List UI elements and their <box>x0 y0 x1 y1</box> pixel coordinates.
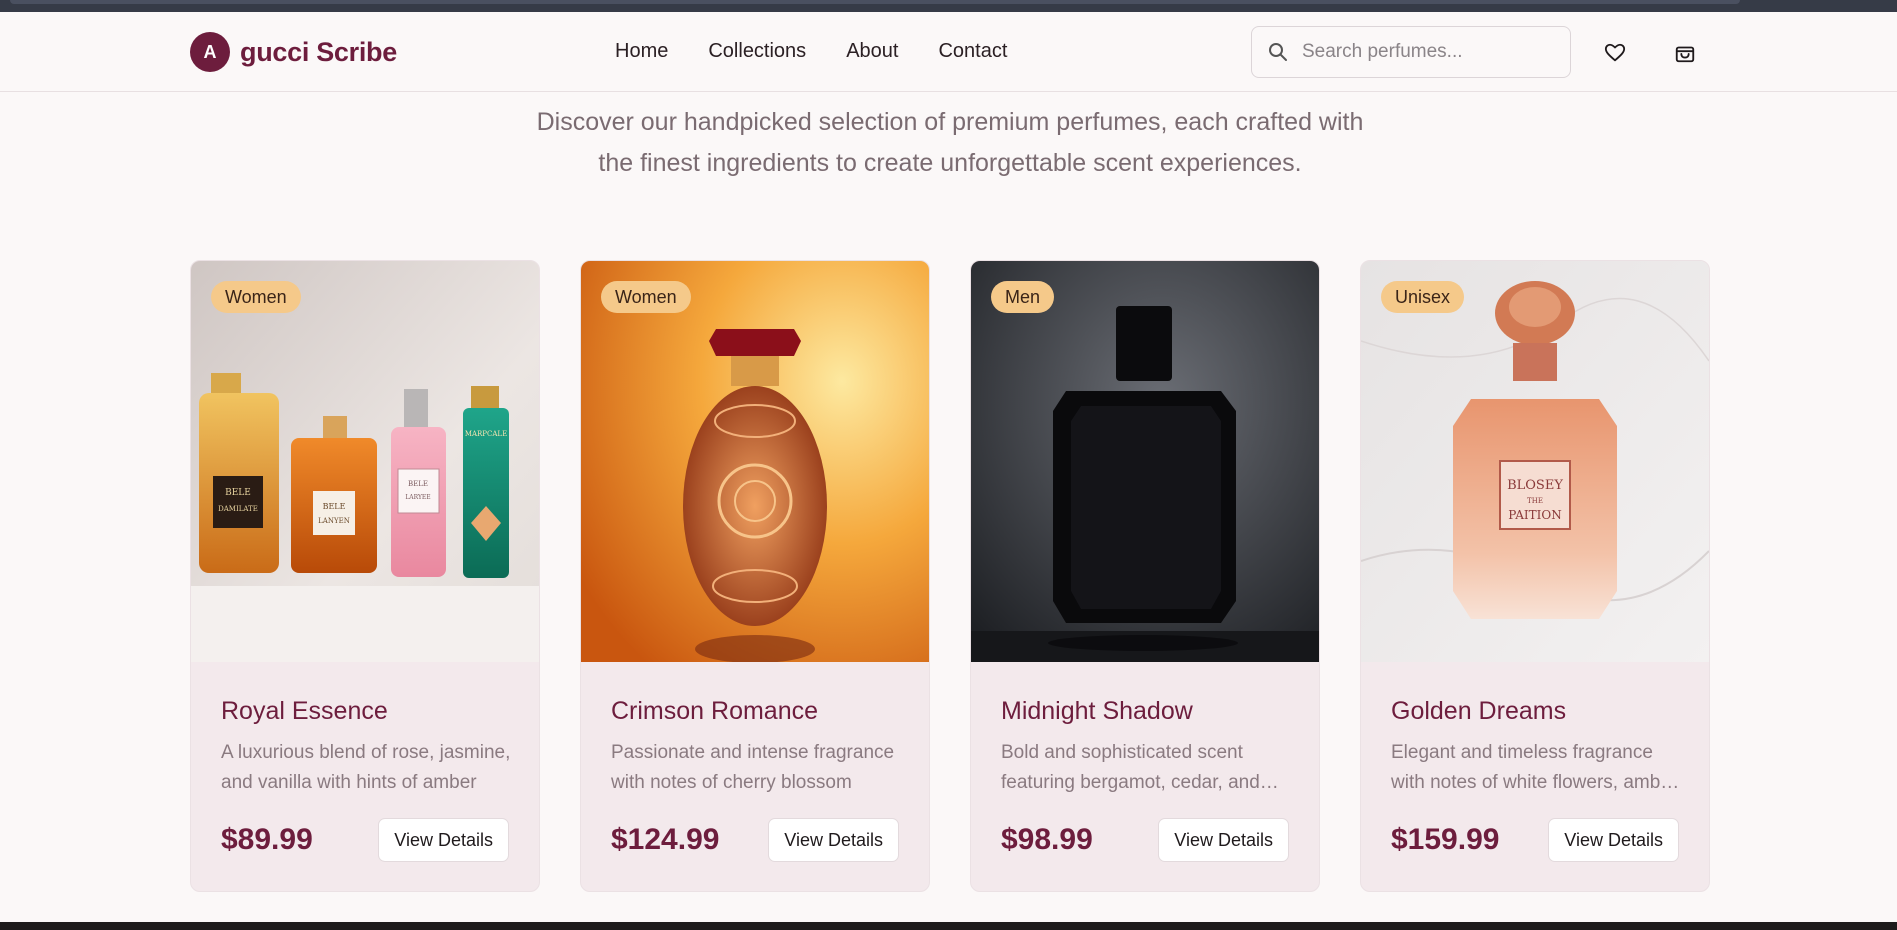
shopping-bag-icon[interactable] <box>1674 42 1696 64</box>
bottle-label-text: BELE <box>225 488 251 498</box>
product-card[interactable]: Women Crimson Romance Passionate and int… <box>580 260 930 892</box>
product-price: $89.99 <box>221 823 313 856</box>
bottle-label-text: LARYEE <box>405 494 430 501</box>
browser-tab-strip <box>10 0 1740 4</box>
nav-about[interactable]: About <box>846 40 898 63</box>
product-name[interactable]: Golden Dreams <box>1391 697 1566 726</box>
product-description: Bold and sophisticated scent featuring b… <box>1001 742 1260 793</box>
product-name[interactable]: Crimson Romance <box>611 697 818 726</box>
product-price: $159.99 <box>1391 823 1500 856</box>
bottle-label-text: DAMILATE <box>218 505 258 513</box>
hero-line-1: Discover our handpicked selection of pre… <box>536 108 1364 136</box>
view-details-button[interactable]: View Details <box>1548 818 1679 862</box>
bottle-label-text: LANYEN <box>318 517 350 525</box>
logo[interactable]: A gucci Scribe <box>190 32 397 72</box>
product-image[interactable]: BLOSEY THE PAITION <box>1361 261 1709 662</box>
view-details-button[interactable]: View Details <box>1158 818 1289 862</box>
product-price: $98.99 <box>1001 823 1093 856</box>
bottle-label-text: MARPCALE <box>465 430 507 438</box>
bottle-label-text: BELE <box>408 480 428 488</box>
site-header: A gucci Scribe Home Collections About Co… <box>0 12 1897 92</box>
product-image[interactable] <box>971 261 1319 662</box>
browser-top-bar <box>0 0 1897 12</box>
search-input[interactable] <box>1302 41 1552 63</box>
product-name[interactable]: Royal Essence <box>221 697 388 726</box>
product-name[interactable]: Midnight Shadow <box>1001 697 1193 726</box>
category-badge: Women <box>601 281 691 313</box>
bottle-label-text: BLOSEY <box>1507 478 1563 493</box>
search-box[interactable] <box>1251 26 1571 78</box>
product-card[interactable]: Men Midnight Shadow Bold and sophisticat… <box>970 260 1320 892</box>
category-badge: Men <box>991 281 1055 313</box>
main-nav: Home Collections About Contact <box>615 40 1047 63</box>
nav-contact[interactable]: Contact <box>938 40 1007 63</box>
bottle-label-text: PAITION <box>1508 508 1561 522</box>
product-card[interactable]: BLOSEY THE PAITION Unisex Golden Dreams … <box>1360 260 1710 892</box>
product-price: $124.99 <box>611 823 720 856</box>
product-card[interactable]: BELE DAMILATE BELE LANYEN BELE LARYEE MA… <box>190 260 540 892</box>
view-details-button[interactable]: View Details <box>768 818 899 862</box>
search-icon <box>1269 43 1287 61</box>
bottle-label-text: THE <box>1527 497 1543 505</box>
bottle-label-text: BELE <box>323 502 346 511</box>
product-image[interactable] <box>581 261 929 662</box>
logo-badge: A <box>190 32 230 72</box>
hero-description: Discover our handpicked selection of pre… <box>0 102 1897 184</box>
product-description: Passionate and intense fragrance with no… <box>611 742 895 793</box>
heart-icon[interactable] <box>1604 42 1626 64</box>
product-description: Elegant and timeless fragrance with note… <box>1391 742 1678 793</box>
brand-name: gucci Scribe <box>240 36 397 67</box>
bottom-edge-bar <box>0 922 1897 930</box>
category-badge: Women <box>211 281 301 313</box>
nav-collections[interactable]: Collections <box>708 40 806 63</box>
category-badge: Unisex <box>1381 281 1465 313</box>
product-image[interactable]: BELE DAMILATE BELE LANYEN BELE LARYEE MA… <box>191 261 539 662</box>
nav-home[interactable]: Home <box>615 40 668 63</box>
hero-line-2: the finest ingredients to create unforge… <box>598 149 1302 177</box>
product-description: A luxurious blend of rose, jasmine, and … <box>221 742 511 793</box>
view-details-button[interactable]: View Details <box>378 818 509 862</box>
